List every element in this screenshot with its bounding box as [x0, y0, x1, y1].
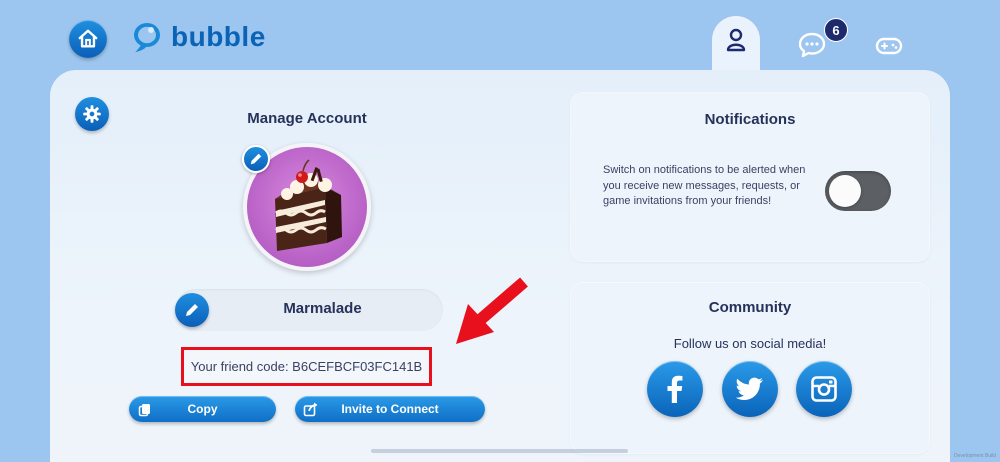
app-logo: bubble — [131, 20, 266, 54]
follow-text: Follow us on social media! — [673, 336, 827, 351]
home-button[interactable] — [69, 20, 107, 58]
user-icon — [726, 28, 746, 52]
manage-account-title: Manage Account — [247, 110, 367, 127]
copy-icon — [138, 404, 150, 417]
tab-games[interactable] — [875, 36, 903, 56]
instagram-button[interactable] — [796, 361, 852, 417]
tab-profile[interactable] — [712, 16, 760, 78]
twitter-button[interactable] — [722, 361, 778, 417]
red-arrow-annotation — [456, 277, 528, 344]
gamepad-icon — [875, 37, 903, 55]
pencil-icon — [250, 153, 262, 165]
notifications-card: Notifications Switch on notifications to… — [571, 93, 929, 261]
notifications-title: Notifications — [704, 111, 796, 128]
instagram-icon — [811, 376, 837, 402]
invite-to-connect-button[interactable]: Invite to Connect — [295, 396, 485, 422]
notifications-description: Switch on notifications to be alerted wh… — [603, 164, 806, 207]
bubble-logo-icon — [134, 23, 160, 52]
community-card: Community Follow us on social media! — [571, 283, 929, 453]
chat-bubble-icon — [798, 32, 826, 58]
home-indicator — [371, 449, 628, 453]
message-count-badge: 6 — [824, 18, 848, 42]
facebook-icon — [667, 375, 683, 403]
notifications-toggle[interactable] — [825, 171, 891, 211]
pencil-icon — [186, 304, 198, 316]
copy-label: Copy — [187, 402, 218, 416]
community-title: Community — [708, 299, 792, 316]
share-icon — [303, 402, 318, 417]
copy-button[interactable]: Copy — [129, 396, 276, 422]
home-icon — [78, 29, 98, 48]
toggle-knob — [829, 175, 861, 207]
build-watermark: Development Build — [954, 453, 996, 459]
edit-avatar-button[interactable] — [242, 145, 270, 173]
invite-label: Invite to Connect — [341, 402, 439, 416]
tab-messages[interactable] — [798, 32, 826, 58]
app-name: bubble — [171, 21, 266, 52]
username: Marmalade — [283, 300, 362, 317]
settings-button[interactable] — [75, 97, 109, 131]
edit-username-button[interactable] — [175, 293, 209, 327]
friend-code: Your friend code: B6CEFBCF03FC141B — [181, 347, 432, 386]
twitter-icon — [735, 377, 763, 400]
gear-icon — [83, 105, 101, 123]
facebook-button[interactable] — [647, 361, 703, 417]
